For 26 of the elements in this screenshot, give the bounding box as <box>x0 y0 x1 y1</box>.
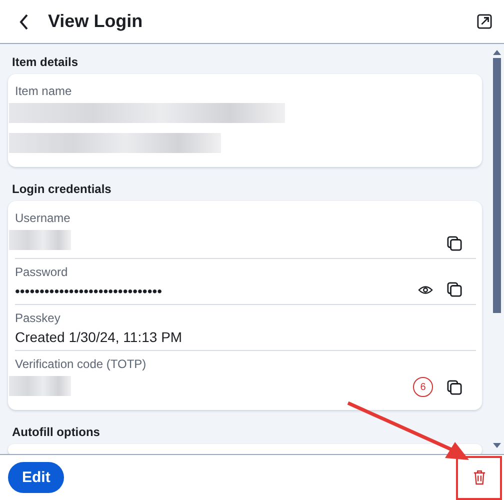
back-icon[interactable] <box>18 14 30 30</box>
section-heading: Item details <box>11 54 80 71</box>
field-label: Username <box>15 211 70 225</box>
section-heading: Login credentials <box>11 181 112 198</box>
scroll-up-icon[interactable] <box>493 50 501 55</box>
field-label: Item name <box>15 84 72 98</box>
redacted-value <box>9 375 71 399</box>
page-title: View Login <box>48 11 144 32</box>
scrollbar-thumb[interactable] <box>493 58 501 313</box>
popout-icon[interactable] <box>477 14 492 29</box>
edit-button[interactable]: Edit <box>8 462 64 493</box>
eye-icon[interactable] <box>418 284 433 294</box>
redacted-value <box>9 229 71 253</box>
field-label: Verification code (TOTP) <box>15 357 146 371</box>
copy-icon[interactable] <box>447 282 462 297</box>
highlight-box <box>456 456 502 500</box>
scroll-down-icon[interactable] <box>493 443 501 448</box>
field-value: •••••••••••••••••••••••••••••• <box>15 283 162 299</box>
field-label: Passkey <box>15 311 60 325</box>
copy-icon[interactable] <box>447 380 462 394</box>
field-label: Password <box>15 265 68 279</box>
countdown-timer: 6 <box>413 377 433 397</box>
section-heading: Autofill options <box>11 424 101 441</box>
trash-icon[interactable] <box>473 470 486 485</box>
copy-icon[interactable] <box>447 236 462 251</box>
field-value: Created 1/30/24, 11:13 PM <box>15 329 182 345</box>
